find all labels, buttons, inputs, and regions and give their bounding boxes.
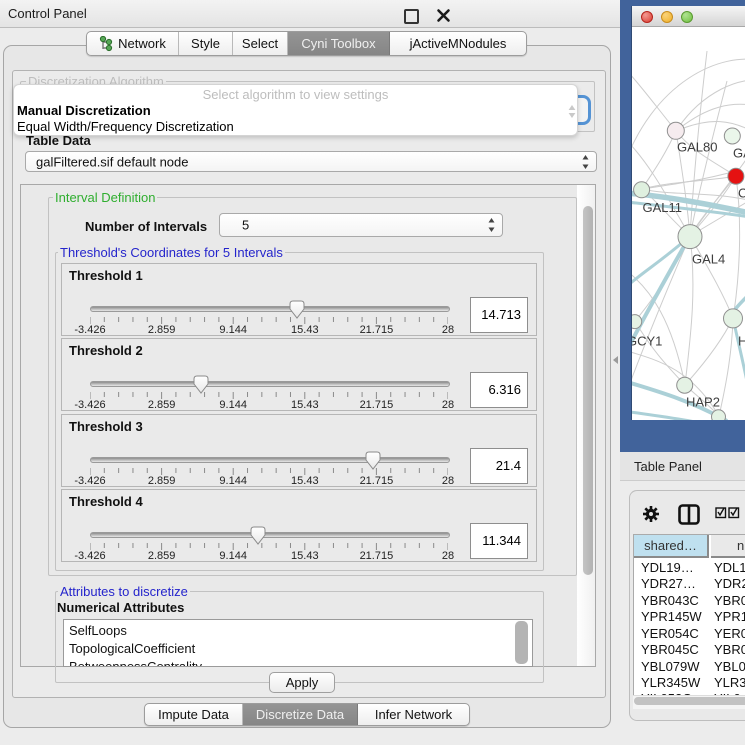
svg-text:HIS: HIS: [738, 334, 745, 349]
svg-text:GAL1: GAL1: [733, 146, 745, 161]
svg-text:GCY1: GCY1: [632, 334, 662, 349]
svg-text:GAL11: GAL11: [643, 200, 683, 215]
svg-text:GAL80: GAL80: [677, 140, 717, 155]
svg-text:CYC: CYC: [738, 186, 745, 201]
svg-text:HAP2: HAP2: [686, 395, 720, 410]
svg-text:GAL4: GAL4: [692, 252, 725, 267]
